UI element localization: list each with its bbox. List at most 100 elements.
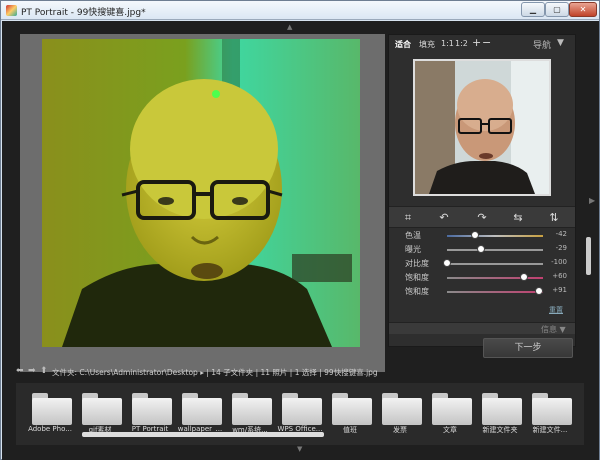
adjustment-sliders: 色温 -42 曝光 -29 对比度 -100 饱和度 +60 饱和度 +91 [389,230,569,320]
slider-label: 曝光 [405,245,421,254]
title-bar: PT Portrait - 99快搜键喜.jpg* ▁ ▢ ✕ [1,1,599,20]
navigator-thumbnail[interactable] [413,59,551,196]
minimize-button[interactable]: ▁ [521,2,545,17]
slider-value: +91 [552,286,567,294]
close-button[interactable]: ✕ [569,2,597,17]
zoom-fill-button[interactable]: 填充 [419,39,435,50]
right-panel: 适合 填充 1:1 1:2 + − 导航 ▼ ⌗ ↶ ↷ ⇆ ⇅ 色温 -42 … [388,34,576,347]
navigator-label: 导航 [533,41,552,51]
path-bar: ⬅ ➡ ⬆ 文件夹: C:\Users\Administrator\Deskto… [2,365,599,379]
folder-icon [380,393,422,425]
folder-item[interactable]: wallpaper_... [178,389,222,437]
flip-horizontal-icon[interactable]: ⇆ [511,211,525,225]
slider-value: -100 [551,258,567,266]
slider-exposure[interactable]: 曝光 -29 [389,244,569,255]
folder-name: 值班 [343,426,357,434]
thumbnail-illustration [415,61,549,194]
folder-name: 发票 [393,426,407,434]
slider-label: 对比度 [405,259,429,268]
photo-illustration [42,39,360,347]
folder-name: 新建文件夹 [482,426,518,434]
slider-label: 饱和度 [405,273,429,282]
app-icon [6,5,17,16]
slider-track[interactable] [447,291,543,293]
folder-item[interactable]: wm/系统... [228,389,272,437]
slider-value: +60 [552,272,567,280]
folder-name: 新建文件... [532,426,568,434]
folder-icon [430,393,472,425]
slider-knob[interactable] [519,273,528,281]
maximize-button[interactable]: ▢ [545,2,569,17]
folder-item[interactable]: 值班 [328,389,372,437]
folder-icon [180,393,222,425]
folder-item[interactable]: gif素材 [78,389,122,437]
folder-icon [330,393,372,425]
folder-icon [130,393,172,425]
preview-canvas[interactable] [20,34,385,372]
app-name: PT Portrait [21,8,68,18]
zoom-bar: 适合 填充 1:1 1:2 + − 导航 ▼ [389,35,575,51]
zoom-1-2-button[interactable]: 1:2 [455,39,468,48]
folder-icon [80,393,122,425]
folder-icon [230,393,272,425]
panel-scrollbar[interactable] [586,237,591,275]
folder-item[interactable]: 新建文件... [528,389,572,437]
main-frame: ▲ 适合 填充 1:1 1:2 + − 导航 ▼ ⌗ ↶ ↷ ⇆ ⇅ 色温 -4… [2,21,599,460]
info-section-label: 信息 ▼ [541,325,566,334]
next-step-button[interactable]: 下一步 [483,338,573,358]
crop-icon[interactable]: ⌗ [401,211,415,225]
transform-toolbar: ⌗ ↶ ↷ ⇆ ⇅ [389,206,575,228]
folder-path-text: 文件夹: C:\Users\Administrator\Desktop ▸ | … [52,368,378,377]
zoom-in-button[interactable]: + [472,36,481,49]
folder-icon [480,393,522,425]
zoom-1-1-button[interactable]: 1:1 [441,39,454,48]
file-name: 99快搜键喜.jpg* [76,8,146,18]
slider-label: 饱和度 [405,287,429,296]
slider-knob[interactable] [470,231,479,239]
zoom-out-button[interactable]: − [482,36,491,49]
minimize-icon: ▁ [529,5,537,14]
slider-track[interactable] [447,235,543,237]
back-arrow-icon[interactable]: ⬅ [16,366,24,376]
slider-track[interactable] [447,249,543,251]
app-window: PT Portrait - 99快搜键喜.jpg* ▁ ▢ ✕ ▲ 适合 填充 … [0,0,600,460]
slider-vibrance[interactable]: 饱和度 +91 [389,286,569,297]
folder-strip-scrollbar[interactable] [82,432,324,437]
rotate-left-icon[interactable]: ↶ [437,211,451,225]
maximize-icon: ▢ [553,5,561,14]
collapse-bottom-arrow-icon[interactable]: ▼ [297,445,302,453]
folder-name: Adobe Pho... [28,425,72,433]
reset-link[interactable]: 重置 [549,305,563,315]
folder-name: 文章 [443,426,457,434]
collapse-top-arrow-icon[interactable]: ▲ [287,23,292,31]
slider-contrast[interactable]: 对比度 -100 [389,258,569,269]
folder-item[interactable]: Adobe Pho... [28,389,72,437]
folder-item[interactable]: 新建文件夹 [478,389,522,437]
slider-temperature[interactable]: 色温 -42 [389,230,569,241]
slider-knob[interactable] [443,259,451,267]
navigator-collapse-icon[interactable]: ▼ [557,38,564,48]
rotate-right-icon[interactable]: ↷ [475,211,489,225]
folder-item[interactable]: WPS Office... [278,389,322,437]
flip-vertical-icon[interactable]: ⇅ [547,211,561,225]
up-arrow-icon[interactable]: ⬆ [40,366,48,376]
slider-knob[interactable] [476,245,485,253]
close-icon: ✕ [579,5,587,14]
slider-value: -29 [555,244,567,252]
info-section-header[interactable]: 信息 ▼ [389,322,575,334]
slider-knob[interactable] [534,287,543,295]
slider-value: -42 [555,230,567,238]
zoom-fit-button[interactable]: 适合 [395,39,411,50]
folder-icon [30,393,72,425]
slider-track[interactable] [447,277,543,279]
window-title: PT Portrait - 99快搜键喜.jpg* [21,5,146,18]
slider-track[interactable] [447,263,543,265]
folder-item[interactable]: PT Portrait [128,389,172,437]
forward-arrow-icon[interactable]: ➡ [28,366,36,376]
folder-item[interactable]: 发票 [378,389,422,437]
folder-item[interactable]: 文章 [428,389,472,437]
slider-saturation[interactable]: 饱和度 +60 [389,272,569,283]
edited-photo[interactable] [42,39,360,347]
collapse-right-arrow-icon[interactable]: ▶ [589,196,595,205]
slider-label: 色温 [405,231,421,240]
